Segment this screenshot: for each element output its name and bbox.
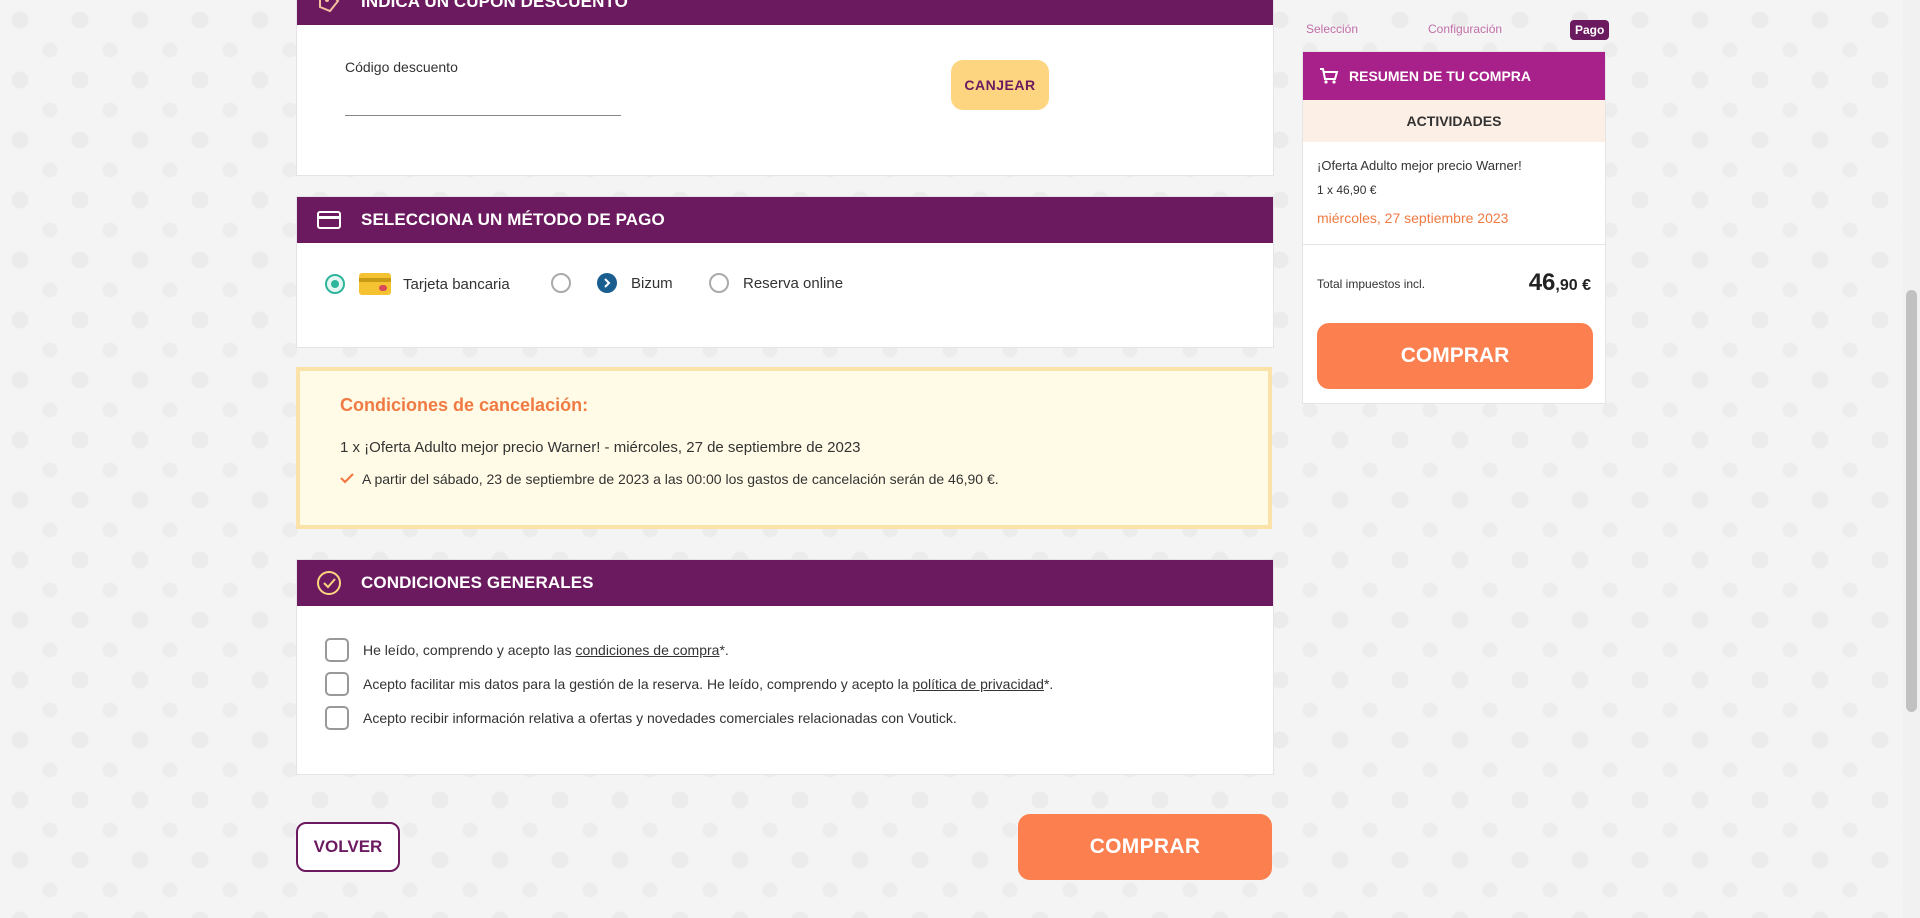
- coupon-code-input[interactable]: [345, 85, 621, 116]
- total-amount: 46,90 €: [1529, 269, 1591, 297]
- summary-header: RESUMEN DE TU COMPRA: [1303, 52, 1605, 100]
- general-conditions-header: CONDICIONES GENERALES: [297, 560, 1273, 606]
- coupon-header: INDICA UN CUPÓN DESCUENTO: [297, 0, 1273, 25]
- payment-option-label: Tarjeta bancaria: [403, 275, 510, 293]
- coupon-body: Código descuento CANJEAR: [297, 25, 1273, 175]
- summary-item-quantity: 1 x 46,90 €: [1317, 183, 1377, 197]
- payment-option-bizum[interactable]: Bizum: [551, 273, 673, 293]
- purchase-summary: RESUMEN DE TU COMPRA ACTIVIDADES ¡Oferta…: [1302, 51, 1606, 404]
- coupon-code-label: Código descuento: [345, 59, 458, 75]
- accept-privacy-pre: Acepto facilitar mis datos para la gesti…: [363, 676, 913, 692]
- check-icon: [340, 471, 354, 487]
- accept-marketing-text: Acepto recibir información relativa a of…: [363, 710, 957, 726]
- privacy-policy-link[interactable]: política de privacidad: [912, 676, 1044, 692]
- accept-marketing-row: Acepto recibir información relativa a of…: [325, 706, 957, 730]
- summary-item-date: miércoles, 27 septiembre 2023: [1317, 210, 1509, 226]
- accept-privacy-post: *.: [1043, 676, 1054, 692]
- summary-buy-button[interactable]: COMPRAR: [1317, 323, 1593, 389]
- step-configuration[interactable]: Configuración: [1428, 22, 1502, 36]
- accept-terms-pre: He leído, comprendo y acepto las: [363, 642, 576, 658]
- payment-options: Tarjeta bancaria Bizum Reserva online: [297, 243, 1273, 347]
- cancellation-item: 1 x ¡Oferta Adulto mejor precio Warner! …: [340, 439, 861, 456]
- total-amount-decimal: ,90 €: [1555, 277, 1591, 294]
- payment-option-card[interactable]: Tarjeta bancaria: [325, 273, 510, 295]
- purchase-conditions-link[interactable]: condiciones de compra: [575, 642, 719, 658]
- payment-option-label: Reserva online: [743, 274, 844, 292]
- cancellation-fee-text: A partir del sábado, 23 de septiembre de…: [362, 471, 999, 487]
- summary-item: ¡Oferta Adulto mejor precio Warner! 1 x …: [1303, 142, 1605, 245]
- credit-card-icon: [297, 210, 361, 230]
- accept-privacy-text: Acepto facilitar mis datos para la gesti…: [363, 676, 1053, 692]
- accept-terms-checkbox[interactable]: [325, 638, 349, 662]
- cancellation-conditions: Condiciones de cancelación: 1 x ¡Oferta …: [296, 367, 1272, 529]
- check-circle-icon: [297, 570, 361, 596]
- accept-privacy-row: Acepto facilitar mis datos para la gesti…: [325, 672, 1053, 696]
- payment-option-label: Bizum: [631, 274, 673, 292]
- accept-marketing-checkbox[interactable]: [325, 706, 349, 730]
- payment-method-section: SELECCIONA UN MÉTODO DE PAGO Tarjeta ban…: [296, 196, 1274, 348]
- card-icon: [359, 273, 391, 295]
- general-conditions-section: CONDICIONES GENERALES He leído, comprend…: [296, 559, 1274, 775]
- summary-title: RESUMEN DE TU COMPRA: [1349, 68, 1532, 84]
- payment-title: SELECCIONA UN MÉTODO DE PAGO: [361, 210, 665, 229]
- coupon-section: INDICA UN CUPÓN DESCUENTO Código descuen…: [296, 0, 1274, 176]
- activities-header: ACTIVIDADES: [1303, 100, 1605, 142]
- payment-header: SELECCIONA UN MÉTODO DE PAGO: [297, 197, 1273, 243]
- coupon-icon: [297, 0, 361, 15]
- payment-option-online[interactable]: Reserva online: [709, 273, 843, 293]
- total-label: Total impuestos incl.: [1317, 277, 1426, 291]
- buy-button[interactable]: COMPRAR: [1018, 814, 1272, 880]
- page-scrollbar[interactable]: [1903, 0, 1920, 918]
- step-payment: Pago: [1570, 20, 1610, 40]
- summary-item-title: ¡Oferta Adulto mejor precio Warner!: [1317, 158, 1522, 173]
- radio-card[interactable]: [325, 274, 345, 294]
- accept-terms-text: He leído, comprendo y acepto las condici…: [363, 642, 729, 658]
- general-conditions-body: He leído, comprendo y acepto las condici…: [297, 606, 1273, 774]
- radio-bizum[interactable]: [551, 273, 571, 293]
- accept-privacy-checkbox[interactable]: [325, 672, 349, 696]
- cancellation-title: Condiciones de cancelación:: [340, 395, 589, 415]
- checkout-steps: Selección Configuración Pago: [1302, 20, 1610, 42]
- coupon-title: INDICA UN CUPÓN DESCUENTO: [361, 0, 628, 11]
- back-button[interactable]: VOLVER: [296, 822, 400, 872]
- total-amount-integer: 46: [1528, 269, 1556, 296]
- accept-terms-row: He leído, comprendo y acepto las condici…: [325, 638, 729, 662]
- redeem-button[interactable]: CANJEAR: [951, 60, 1049, 110]
- scrollbar-thumb[interactable]: [1906, 290, 1917, 712]
- general-conditions-title: CONDICIONES GENERALES: [361, 573, 594, 592]
- radio-online[interactable]: [709, 273, 729, 293]
- summary-total: Total impuestos incl. 46,90 €: [1303, 245, 1605, 323]
- cart-icon: [1315, 67, 1343, 85]
- accept-terms-post: *.: [719, 642, 729, 658]
- cancellation-fee-note: A partir del sábado, 23 de septiembre de…: [340, 471, 999, 487]
- step-selection[interactable]: Selección: [1306, 22, 1358, 36]
- bizum-icon: [597, 273, 617, 293]
